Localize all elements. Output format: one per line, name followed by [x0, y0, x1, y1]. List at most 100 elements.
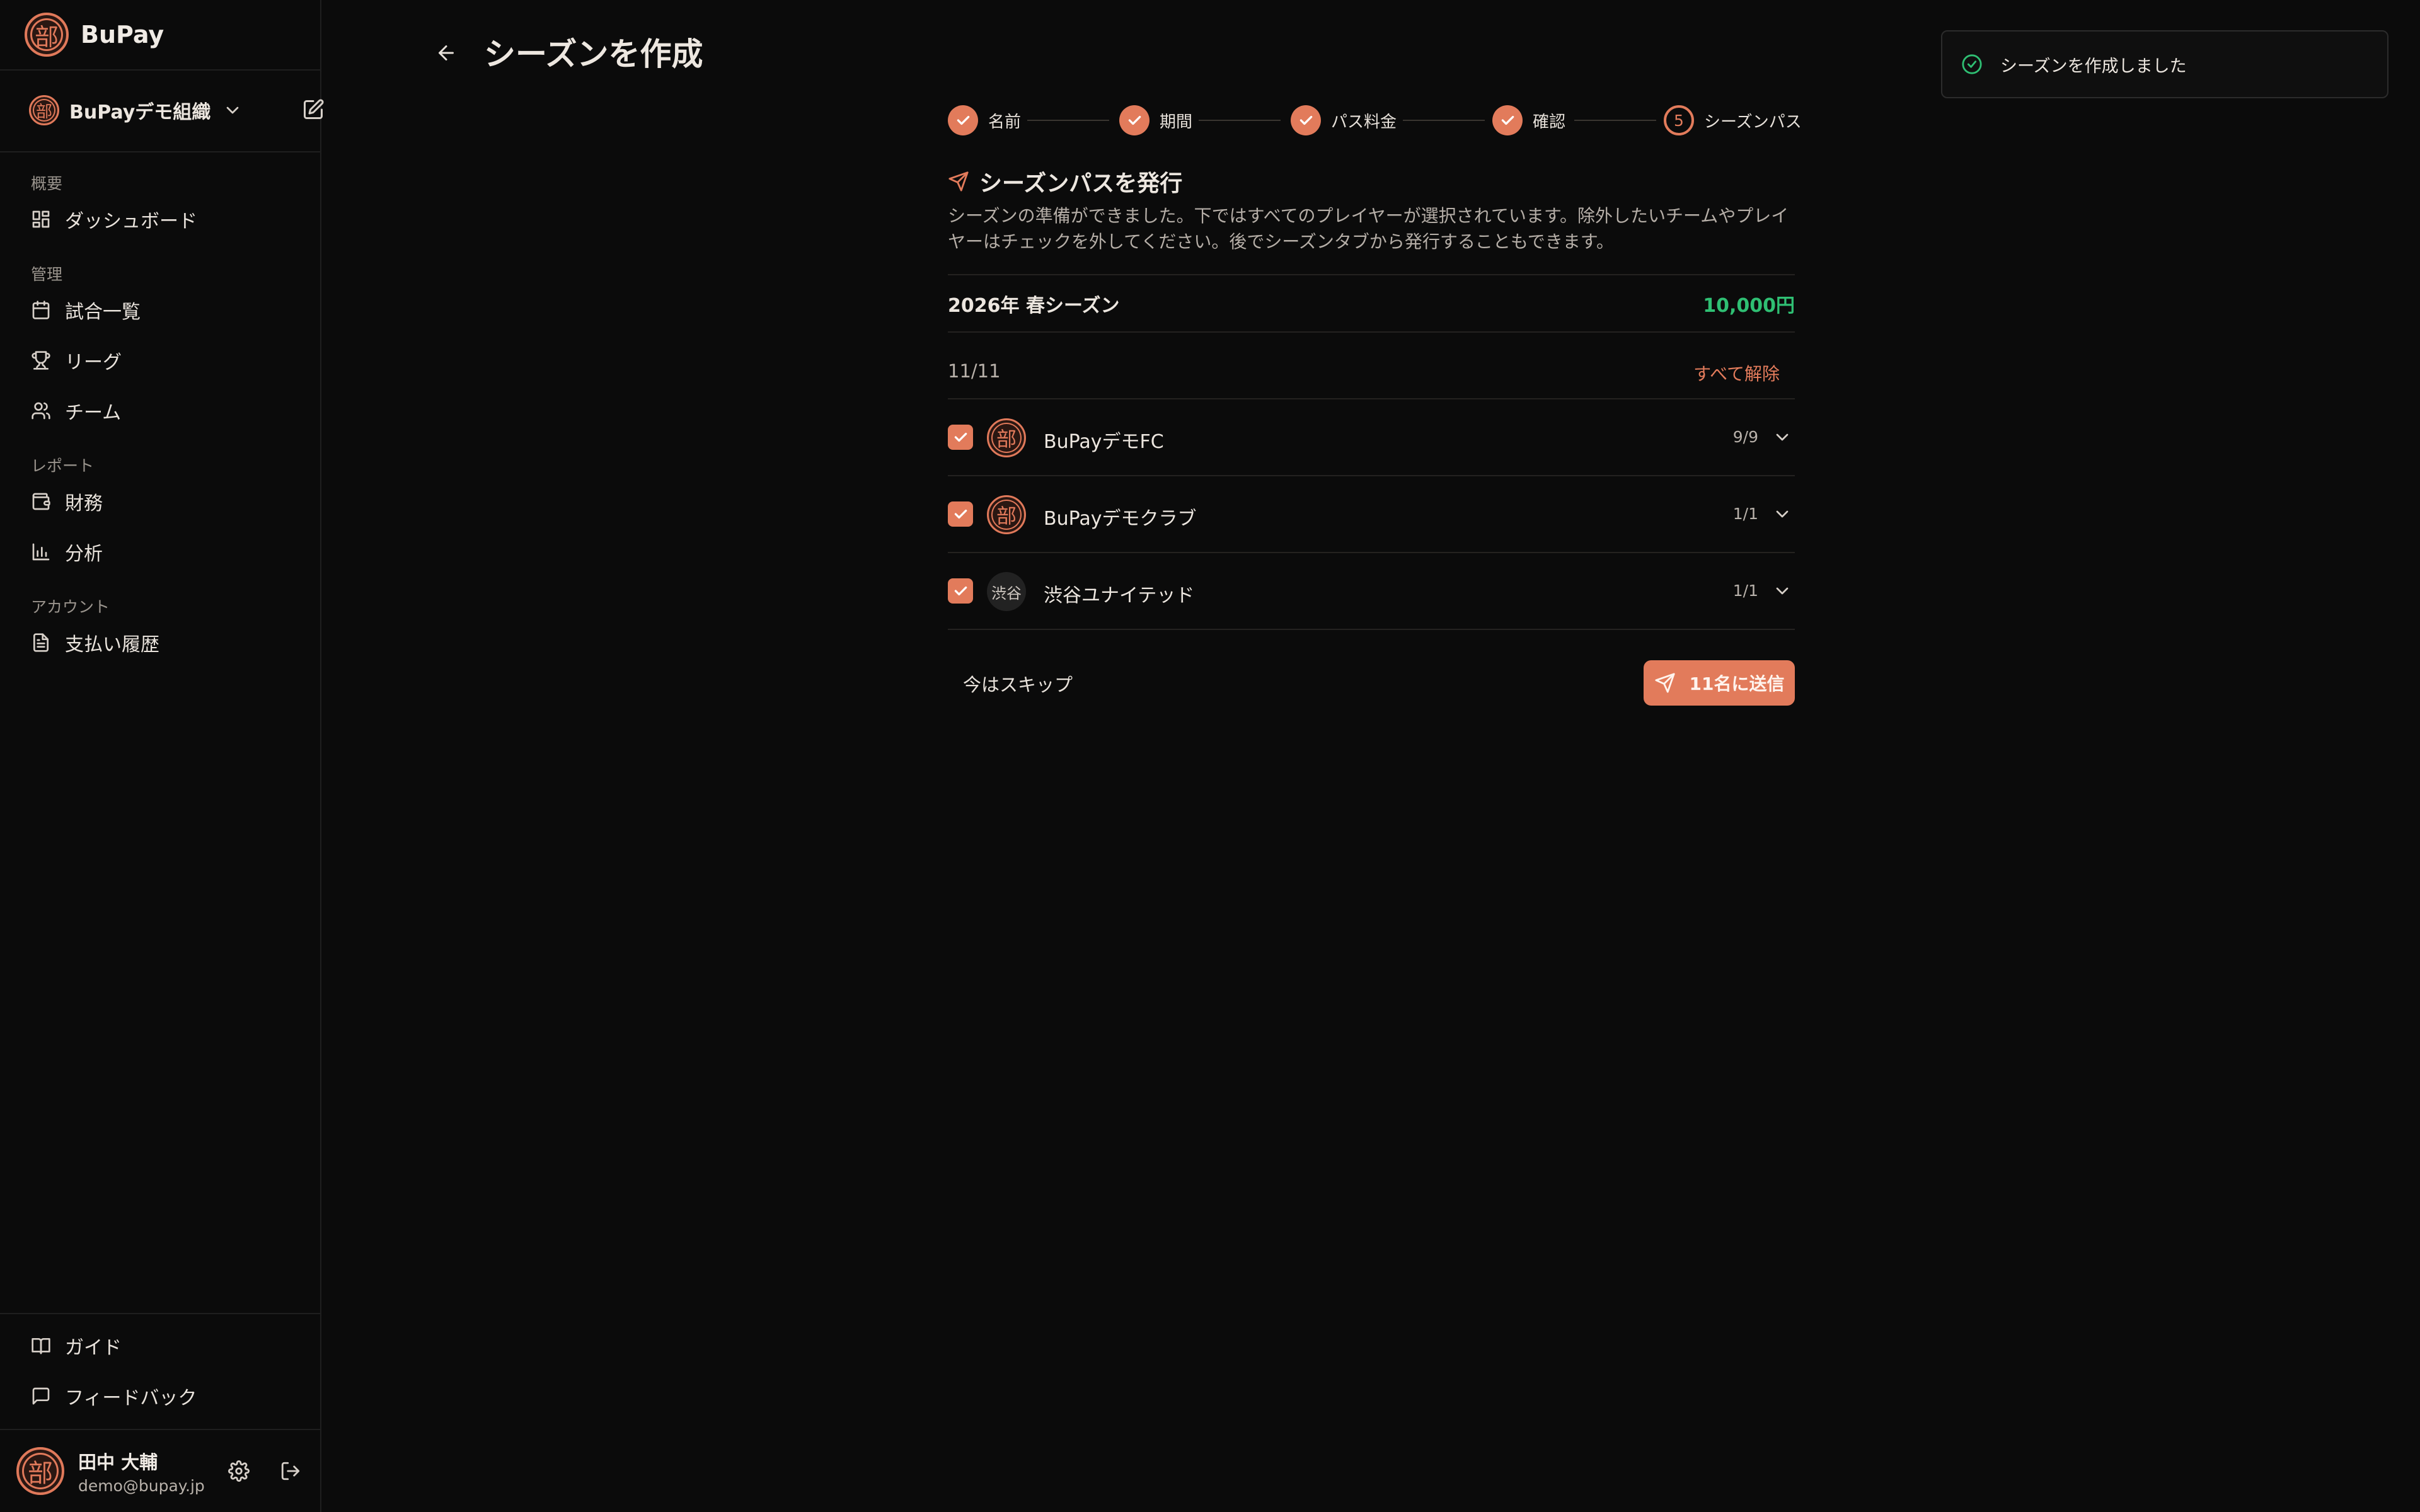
team-row[interactable]: 部 BuPayデモクラブ 1/1: [948, 476, 1795, 552]
step-period[interactable]: 期間: [1119, 104, 1192, 137]
step-connector: [1199, 120, 1281, 121]
section-header: シーズンパスを発行: [948, 165, 1182, 198]
nav-section-manage: 管理: [31, 265, 63, 284]
nav-item-league[interactable]: リーグ: [31, 345, 296, 375]
step-number: 5: [1664, 105, 1694, 135]
nav-section-overview: 概要: [31, 175, 63, 193]
nav-item-analytics[interactable]: 分析: [31, 537, 296, 567]
avatar[interactable]: 部: [16, 1447, 64, 1495]
chevron-down-icon[interactable]: [1772, 427, 1792, 447]
nav-item-feedback[interactable]: フィードバック: [31, 1381, 296, 1411]
org-name: BuPayデモ組織: [69, 101, 211, 123]
gear-icon[interactable]: [228, 1460, 250, 1482]
section-title: シーズンパスを発行: [979, 171, 1183, 197]
selection-count: 11/11: [948, 360, 1001, 382]
team-checkbox[interactable]: [948, 501, 973, 527]
step-season-pass: 5 シーズンパス: [1664, 104, 1802, 137]
step-name[interactable]: 名前: [948, 104, 1021, 137]
org-logo: 部: [29, 95, 59, 125]
users-icon: [32, 402, 50, 420]
chevron-down-icon[interactable]: [1772, 581, 1792, 601]
user-info: 田中 大輔 demo@bupay.jp: [78, 1448, 205, 1495]
chevron-down-icon[interactable]: [222, 100, 243, 120]
nav-item-finance[interactable]: 財務: [31, 486, 296, 517]
nav-item-label: 試合一覧: [65, 301, 141, 323]
send-icon: [1654, 673, 1675, 693]
step-label: 確認: [1533, 112, 1566, 132]
bar-chart-icon: [32, 543, 50, 561]
divider: [0, 1313, 321, 1314]
send-icon: [948, 171, 969, 192]
step-label: シーズンパス: [1704, 112, 1802, 132]
nav-item-label: ガイド: [65, 1337, 122, 1359]
team-checkbox[interactable]: [948, 578, 973, 604]
logo-char: 部: [34, 23, 59, 51]
step-label: 名前: [988, 112, 1022, 132]
nav-item-label: 財務: [65, 493, 103, 515]
nav-item-guide[interactable]: ガイド: [31, 1331, 296, 1361]
user-email: demo@bupay.jp: [78, 1476, 205, 1495]
nav-item-label: 分析: [65, 543, 103, 565]
check-icon: [948, 105, 978, 135]
check-circle-icon: [1962, 54, 1982, 74]
team-row[interactable]: 渋谷 渋谷ユナイテッド 1/1: [948, 553, 1795, 629]
brand[interactable]: 部 BuPay: [25, 13, 164, 57]
send-button[interactable]: 11名に送信: [1644, 660, 1795, 706]
season-name: 2026年 春シーズン: [948, 295, 1120, 317]
edit-icon[interactable]: [302, 98, 325, 121]
nav-item-dashboard[interactable]: ダッシュボード: [31, 204, 296, 234]
nav-item-label: リーグ: [65, 352, 122, 374]
team-player-count: 1/1: [1732, 505, 1758, 523]
sidebar: 部 BuPay 部 BuPayデモ組織 概要 ダッシュボード 管理 試合一覧 リ…: [0, 0, 324, 1512]
nav-item-label: チーム: [65, 402, 122, 424]
clear-all-button[interactable]: すべて解除: [1693, 360, 1780, 386]
check-icon: [1291, 105, 1321, 135]
team-player-count: 1/1: [1732, 581, 1758, 600]
divider: [948, 331, 1795, 333]
stepper: 名前 期間 パス料金 確認 5 シーズンパス: [948, 104, 1802, 137]
team-avatar: 渋谷: [987, 572, 1026, 611]
user-name: 田中 大輔: [78, 1451, 158, 1473]
step-pass-fee[interactable]: パス料金: [1291, 104, 1397, 137]
nav-item-matches[interactable]: 試合一覧: [31, 295, 296, 325]
app-name: BuPay: [81, 21, 164, 49]
user-profile: 部 田中 大輔 demo@bupay.jp: [16, 1443, 306, 1499]
toast-notification: シーズンを作成しました: [1941, 30, 2388, 98]
logout-icon[interactable]: [280, 1460, 301, 1482]
divider: [0, 69, 321, 71]
nav-section-account: アカウント: [31, 598, 110, 616]
step-label: 期間: [1160, 112, 1193, 132]
season-price: 10,000円: [1703, 295, 1795, 317]
back-arrow-icon[interactable]: [435, 42, 458, 64]
team-checkbox[interactable]: [948, 425, 973, 450]
chevron-down-icon[interactable]: [1772, 504, 1792, 524]
dashboard-icon: [32, 210, 50, 228]
team-avatar: 部: [987, 418, 1026, 457]
team-name: BuPayデモクラブ: [1044, 508, 1197, 530]
calendar-icon: [32, 301, 50, 319]
page-title: シーズンを作成: [484, 36, 703, 72]
team-name: 渋谷ユナイテッド: [1044, 585, 1195, 607]
step-connector: [1403, 120, 1485, 121]
divider: [0, 151, 321, 152]
nav-item-teams[interactable]: チーム: [31, 396, 296, 426]
section-description: シーズンの準備ができました。下ではすべてのプレイヤーが選択されています。除外した…: [948, 205, 1789, 252]
nav-section-reports: レポート: [31, 457, 95, 475]
team-row[interactable]: 部 BuPayデモFC 9/9: [948, 399, 1795, 475]
nav-item-payment-history[interactable]: 支払い履歴: [31, 627, 296, 658]
message-icon: [32, 1387, 50, 1405]
team-player-count: 9/9: [1732, 428, 1758, 446]
step-confirm[interactable]: 確認: [1492, 104, 1565, 137]
divider: [948, 629, 1795, 630]
skip-button[interactable]: 今はスキップ: [963, 670, 1073, 697]
org-switcher[interactable]: 部 BuPayデモ組織: [29, 94, 324, 126]
org-logo-char: 部: [35, 102, 52, 122]
divider: [948, 274, 1795, 275]
team-name: BuPayデモFC: [1044, 431, 1164, 453]
step-connector: [1574, 120, 1656, 121]
nav-item-label: フィードバック: [65, 1387, 197, 1409]
app-logo: 部: [25, 13, 69, 57]
book-icon: [32, 1338, 50, 1354]
team-avatar: 部: [987, 495, 1026, 534]
check-icon: [1492, 105, 1523, 135]
